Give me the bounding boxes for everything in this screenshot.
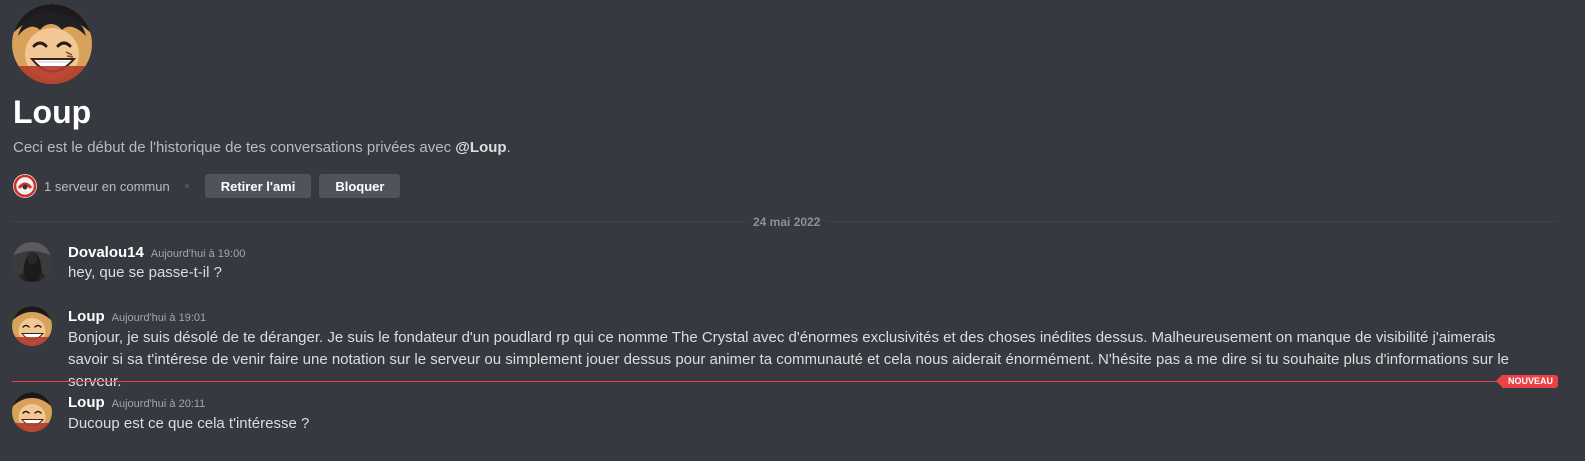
intro-prefix: Ceci est le début de l'historique de tes… [13,139,456,156]
dark-hooded-figure-avatar-icon [12,242,52,282]
smiling-anime-character-avatar-icon [12,306,52,346]
block-button[interactable]: Bloquer [319,174,401,198]
message-timestamp: Aujourd'hui à 19:01 [111,312,207,324]
message-content: Bonjour, je suis désolé de te déranger. … [68,329,1509,390]
dot-separator [184,184,189,188]
dm-channel-view: Loup Ceci est le début de l'historique d… [0,0,1585,461]
message-header: Loup Aujourd'hui à 19:01 [68,308,206,325]
new-messages-divider [12,381,1557,382]
message-timestamp: Aujourd'hui à 19:00 [150,248,246,260]
new-messages-badge: NOUVEAU [1495,375,1558,388]
intro-suffix: . [506,139,511,156]
mutual-servers-row: 1 serveur en commun Retirer l'ami Bloque… [13,174,401,198]
message-author[interactable]: Loup [68,308,105,325]
conversation-intro-text: Ceci est le début de l'historique de tes… [13,138,511,158]
red-white-server-logo-icon [13,174,37,198]
profile-avatar[interactable] [12,4,92,84]
message-content: hey, que se passe-t-il ? [68,264,222,281]
user-mention[interactable]: @Loup [455,139,506,156]
message-avatar[interactable] [12,306,52,346]
message-avatar[interactable] [12,242,52,282]
date-divider-label: 24 mai 2022 [745,215,829,229]
message-timestamp: Aujourd'hui à 20:11 [111,398,206,410]
message-header: Dovalou14 Aujourd'hui à 19:00 [68,244,245,261]
message-avatar[interactable] [12,392,52,432]
smiling-anime-character-avatar-icon [12,392,52,432]
mutual-servers-link[interactable]: 1 serveur en commun [44,179,170,194]
remove-friend-button[interactable]: Retirer l'ami [204,174,312,198]
message-header: Loup Aujourd'hui à 20:11 [68,394,205,411]
profile-name: Loup [13,94,92,130]
smiling-anime-character-avatar-icon [12,4,92,84]
message-content: Ducoup est ce que cela t'intéresse ? [68,415,310,432]
message-author[interactable]: Loup [68,394,105,411]
mutual-server-icon[interactable] [13,174,37,198]
message-author[interactable]: Dovalou14 [68,244,144,261]
